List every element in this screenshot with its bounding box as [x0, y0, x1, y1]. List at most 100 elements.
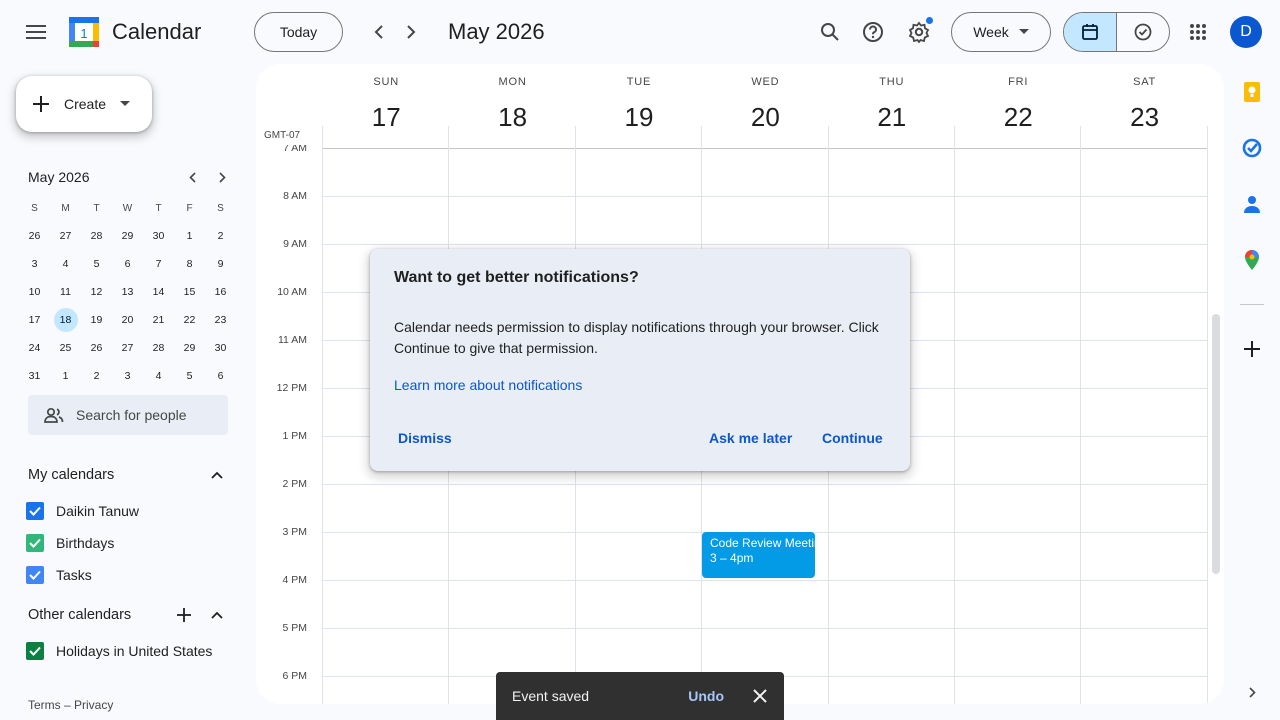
mini-calendar-day[interactable]: 13 [112, 278, 143, 306]
calendar-logo-icon[interactable]: 1 [68, 16, 100, 48]
day-number[interactable]: 17 [323, 102, 449, 133]
mini-calendar-day[interactable]: 3 [112, 362, 143, 390]
other-calendars-collapse-button[interactable] [205, 603, 229, 627]
my-calendars-collapse-button[interactable] [205, 463, 229, 487]
day-number[interactable]: 18 [449, 102, 575, 133]
event-code-review[interactable]: Code Review Meeting 3 – 4pm [702, 532, 815, 578]
mini-calendar-day[interactable]: 28 [143, 334, 174, 362]
mini-calendar-day[interactable]: 1 [174, 222, 205, 250]
mini-calendar-day[interactable]: 29 [174, 334, 205, 362]
calendar-view-toggle[interactable] [1064, 13, 1117, 51]
mini-calendar-day[interactable]: 5 [174, 362, 205, 390]
mini-calendar-day[interactable]: 30 [205, 334, 236, 362]
hour-gridline [322, 244, 1208, 245]
tasks-button[interactable] [1240, 136, 1264, 160]
mini-calendar-day[interactable]: 31 [19, 362, 50, 390]
mini-calendar-day[interactable]: 3 [19, 250, 50, 278]
mini-calendar-day[interactable]: 17 [19, 306, 50, 334]
get-addons-button[interactable] [1240, 337, 1264, 361]
search-people-input[interactable]: Search for people [28, 395, 228, 435]
mini-calendar-day[interactable]: 23 [205, 306, 236, 334]
mini-calendar-day[interactable]: 25 [50, 334, 81, 362]
close-snackbar-button[interactable] [750, 686, 770, 706]
mini-calendar-day[interactable]: 24 [19, 334, 50, 362]
mini-calendar-day[interactable]: 8 [174, 250, 205, 278]
day-number[interactable]: 19 [576, 102, 702, 133]
contacts-button[interactable] [1240, 192, 1264, 216]
mini-calendar-day[interactable]: 6 [205, 362, 236, 390]
my-calendars-title[interactable]: My calendars [28, 467, 114, 483]
google-apps-button[interactable] [1178, 12, 1218, 52]
grid-scrollbar[interactable] [1212, 314, 1220, 574]
mini-calendar-day-label: 5 [186, 370, 193, 382]
day-number[interactable]: 23 [1081, 102, 1207, 133]
hour-gridline [322, 484, 1208, 485]
mini-calendar-day[interactable]: 16 [205, 278, 236, 306]
mini-calendar-day[interactable]: 11 [50, 278, 81, 306]
other-calendars-title[interactable]: Other calendars [28, 607, 131, 623]
mini-calendar-day[interactable]: 6 [112, 250, 143, 278]
day-number[interactable]: 20 [702, 102, 828, 133]
previous-week-button[interactable] [363, 16, 395, 48]
mini-calendar-day[interactable]: 9 [205, 250, 236, 278]
tasks-view-toggle[interactable] [1117, 13, 1169, 51]
mini-calendar-day[interactable]: 14 [143, 278, 174, 306]
checkbox-checked-icon[interactable] [26, 502, 44, 520]
continue-button[interactable]: Continue [822, 430, 883, 446]
day-number[interactable]: 22 [955, 102, 1081, 133]
expand-side-panel-button[interactable] [1240, 680, 1264, 704]
settings-button[interactable] [899, 12, 939, 52]
mini-calendar-day[interactable]: 27 [112, 334, 143, 362]
help-button[interactable] [853, 12, 893, 52]
today-button[interactable]: Today [254, 12, 343, 52]
main-menu-button[interactable] [16, 12, 56, 52]
undo-button[interactable]: Undo [688, 688, 724, 704]
mini-calendar-day[interactable]: 2 [81, 362, 112, 390]
mini-calendar-next-button[interactable] [207, 162, 237, 192]
mini-calendar-day[interactable]: 5 [81, 250, 112, 278]
create-button[interactable]: Create [16, 76, 152, 132]
mini-calendar-day[interactable]: 30 [143, 222, 174, 250]
ask-me-later-button[interactable]: Ask me later [709, 430, 792, 446]
terms-privacy-link[interactable]: Terms – Privacy [28, 698, 113, 712]
mini-calendar-day[interactable]: 12 [81, 278, 112, 306]
mini-calendar-day[interactable]: 10 [19, 278, 50, 306]
add-other-calendar-button[interactable] [172, 603, 196, 627]
mini-calendar-day[interactable]: 20 [112, 306, 143, 334]
checkbox-checked-icon[interactable] [26, 566, 44, 584]
day-number[interactable]: 21 [829, 102, 955, 133]
checkbox-checked-icon[interactable] [26, 642, 44, 660]
mini-calendar-day[interactable]: 27 [50, 222, 81, 250]
app-title: Calendar [112, 19, 202, 44]
mini-calendar-day[interactable]: 26 [19, 222, 50, 250]
mini-calendar-day[interactable]: 26 [81, 334, 112, 362]
next-week-button[interactable] [395, 16, 427, 48]
mini-calendar-day[interactable]: 1 [50, 362, 81, 390]
learn-more-link[interactable]: Learn more about notifications [394, 377, 582, 393]
dismiss-button[interactable]: Dismiss [398, 430, 452, 446]
mini-calendar-day[interactable]: 15 [174, 278, 205, 306]
calendar-list-item[interactable]: Daikin Tanuw [26, 499, 139, 523]
mini-calendar-day[interactable]: 7 [143, 250, 174, 278]
mini-calendar-day[interactable]: 21 [143, 306, 174, 334]
mini-calendar-day-label: 4 [155, 370, 162, 382]
calendar-list-item[interactable]: Birthdays [26, 531, 114, 555]
mini-calendar-day[interactable]: 28 [81, 222, 112, 250]
keep-button[interactable] [1240, 80, 1264, 104]
view-select[interactable]: Week [951, 12, 1051, 52]
mini-calendar-day[interactable]: 29 [112, 222, 143, 250]
mini-calendar-day[interactable]: 19 [81, 306, 112, 334]
account-avatar[interactable]: D [1230, 16, 1262, 48]
mini-calendar-day[interactable]: 4 [50, 250, 81, 278]
mini-calendar-prev-button[interactable] [177, 162, 207, 192]
mini-calendar-day[interactable]: 4 [143, 362, 174, 390]
mini-calendar-day[interactable]: 22 [174, 306, 205, 334]
checkbox-checked-icon[interactable] [26, 534, 44, 552]
mini-calendar-day[interactable]: 18 [50, 306, 81, 334]
mini-calendar-day-label: 7 [155, 258, 162, 270]
search-button[interactable] [810, 12, 850, 52]
calendar-list-item[interactable]: Tasks [26, 563, 92, 587]
calendar-list-item[interactable]: Holidays in United States [26, 639, 212, 663]
maps-button[interactable] [1240, 248, 1264, 272]
mini-calendar-day[interactable]: 2 [205, 222, 236, 250]
